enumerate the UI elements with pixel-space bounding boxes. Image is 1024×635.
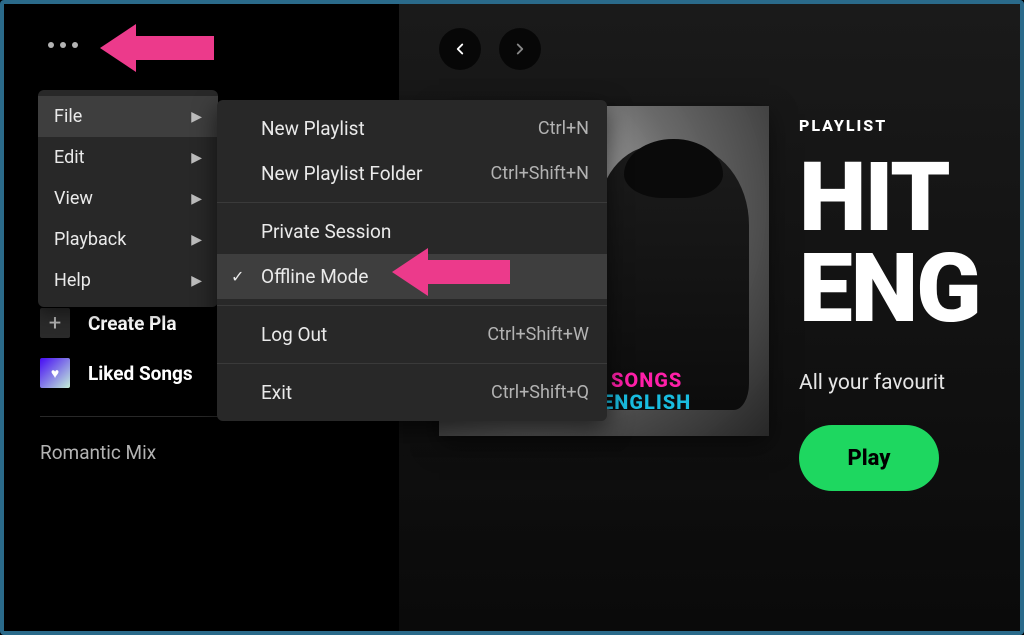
menu-item-label: View: [54, 188, 93, 209]
menu-item-label: Playback: [54, 229, 126, 250]
submenu-item-label: New Playlist Folder: [261, 162, 422, 185]
playlist-meta: PLAYLIST HIT ENG All your favourit Play: [799, 106, 980, 491]
playlist-description: All your favourit: [799, 371, 980, 395]
chevron-right-icon: ▶: [191, 109, 202, 125]
playlist-type-label: PLAYLIST: [799, 116, 980, 135]
submenu-item-label: Exit: [261, 381, 292, 404]
submenu-shortcut: Ctrl+Shift+N: [491, 163, 589, 184]
playlist-title: HIT ENG: [799, 153, 980, 335]
annotation-arrow: [100, 24, 214, 72]
submenu-separator: [217, 305, 607, 306]
submenu-new-playlist-folder[interactable]: New Playlist Folder Ctrl+Shift+N: [217, 151, 607, 196]
submenu-shortcut: Ctrl+Shift+W: [487, 324, 589, 345]
menu-item-label: File: [54, 106, 82, 127]
chevron-right-icon: ▶: [191, 150, 202, 166]
menu-item-view[interactable]: View ▶: [38, 178, 218, 219]
submenu-item-label: Log Out: [261, 323, 327, 346]
menu-item-playback[interactable]: Playback ▶: [38, 219, 218, 260]
menu-item-file[interactable]: File ▶: [38, 96, 218, 137]
menu-item-label: Help: [54, 270, 91, 291]
submenu-exit[interactable]: Exit Ctrl+Shift+Q: [217, 370, 607, 415]
submenu-separator: [217, 202, 607, 203]
check-icon: ✓: [231, 267, 244, 286]
menu-item-help[interactable]: Help ▶: [38, 260, 218, 301]
nav-buttons: [439, 28, 1020, 70]
submenu-item-label: Private Session: [261, 220, 391, 243]
submenu-log-out[interactable]: Log Out Ctrl+Shift+W: [217, 312, 607, 357]
nav-forward-button[interactable]: [499, 28, 541, 70]
chevron-right-icon: [511, 40, 529, 58]
chevron-left-icon: [451, 40, 469, 58]
create-playlist-label: Create Pla: [88, 312, 177, 335]
app-window: + Create Pla ♥ Liked Songs Romantic Mix: [4, 4, 1020, 631]
play-button[interactable]: Play: [799, 425, 939, 491]
submenu-item-label: Offline Mode: [261, 265, 368, 288]
nav-back-button[interactable]: [439, 28, 481, 70]
chevron-right-icon: ▶: [191, 232, 202, 248]
submenu-item-label: New Playlist: [261, 117, 365, 140]
submenu-separator: [217, 363, 607, 364]
submenu-shortcut: Ctrl+N: [538, 118, 589, 139]
annotation-arrow: [392, 248, 510, 296]
plus-icon: +: [40, 308, 70, 338]
heart-icon: ♥: [40, 358, 70, 388]
playlist-list: Romantic Mix: [4, 417, 399, 488]
liked-songs-label: Liked Songs: [88, 362, 193, 385]
menu-item-label: Edit: [54, 147, 84, 168]
playlist-item[interactable]: Romantic Mix: [40, 431, 363, 474]
main-menu: File ▶ Edit ▶ View ▶ Playback ▶ Help ▶: [38, 90, 218, 307]
submenu-shortcut: Ctrl+Shift+Q: [491, 382, 589, 403]
chevron-right-icon: ▶: [191, 191, 202, 207]
chevron-right-icon: ▶: [191, 273, 202, 289]
submenu-new-playlist[interactable]: New Playlist Ctrl+N: [217, 106, 607, 151]
menu-item-edit[interactable]: Edit ▶: [38, 137, 218, 178]
